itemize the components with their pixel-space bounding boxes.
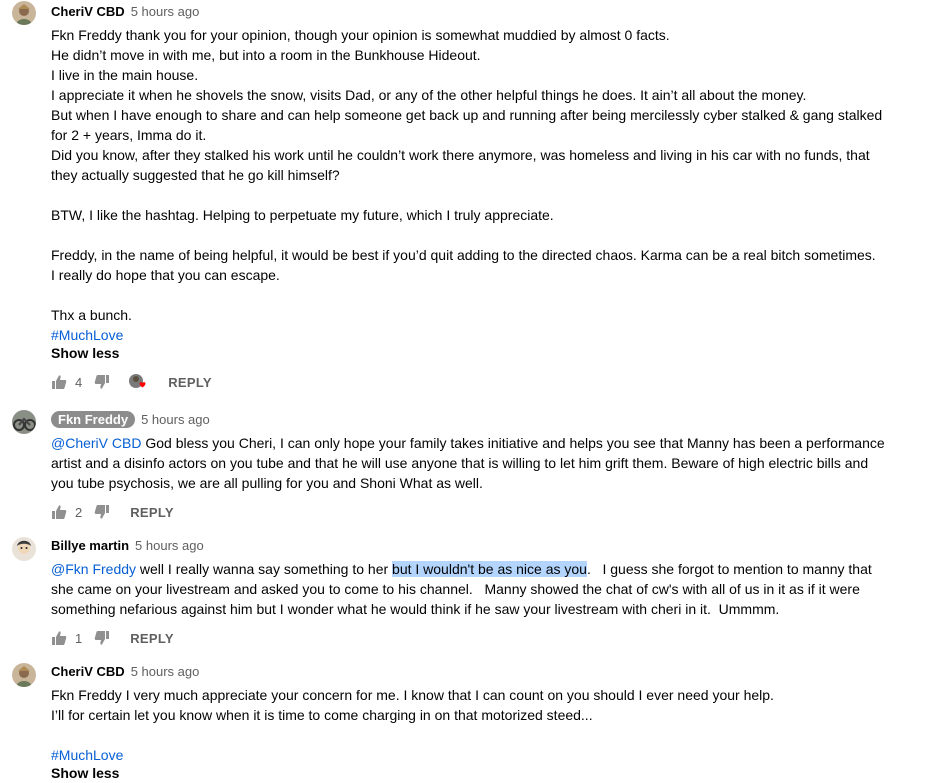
comment-actions: 2 REPLY <box>51 502 174 522</box>
comment-line: I appreciate it when he shovels the snow… <box>51 87 807 103</box>
avatar[interactable] <box>12 410 36 434</box>
comment-line: for 2 + years, Imma do it. <box>51 127 207 143</box>
comment-line: God bless you Cheri, I can only hope you… <box>141 435 885 451</box>
comment-line: artist and a disinfo actors on you tube … <box>51 455 869 471</box>
comment-text: Fkn Freddy thank you for your opinion, t… <box>51 25 882 345</box>
author-name[interactable]: CheriV CBD <box>51 4 125 19</box>
like-count: 4 <box>75 374 83 390</box>
timestamp[interactable]: 5 hours ago <box>135 538 204 553</box>
avatar[interactable] <box>12 537 36 561</box>
thumb-up-icon[interactable] <box>51 374 67 390</box>
like-count: 2 <box>75 504 83 520</box>
comment-line: something nefarious against him but I wo… <box>51 601 780 617</box>
comment-actions: 1 REPLY <box>51 628 174 648</box>
comment-line-part: . I guess she forgot to mention to manny… <box>586 561 872 577</box>
selected-text-highlight: but I wouldn't be as nice as you <box>392 561 587 577</box>
author-name-badge[interactable]: Fkn Freddy <box>51 410 136 428</box>
author-name[interactable]: CheriV CBD <box>51 664 125 679</box>
timestamp[interactable]: 5 hours ago <box>141 412 210 427</box>
thumb-down-icon[interactable] <box>94 504 110 520</box>
hashtag-link[interactable]: #MuchLove <box>51 747 123 763</box>
comment-header: CheriV CBD 5 hours ago <box>51 2 199 20</box>
mention-link[interactable]: @CheriV CBD <box>51 435 141 451</box>
comment-text: @CheriV CBD God bless you Cheri, I can o… <box>51 433 885 493</box>
creator-heart-icon <box>128 373 148 391</box>
timestamp[interactable]: 5 hours ago <box>131 664 200 679</box>
comment-line-part: well I really wanna say something to her <box>136 561 393 577</box>
hashtag-link[interactable]: #MuchLove <box>51 327 123 343</box>
show-less-button[interactable]: Show less <box>51 765 119 781</box>
comment-line: Did you know, after they stalked his wor… <box>51 147 870 163</box>
timestamp[interactable]: 5 hours ago <box>131 4 200 19</box>
comment-line: Thx a bunch. <box>51 307 132 323</box>
comment-line: you tube psychosis, we are all pulling f… <box>51 475 483 491</box>
comment-line: I live in the main house. <box>51 67 199 83</box>
comment-actions: 4 REPLY <box>51 372 212 392</box>
comment-line: she came on your livestream and asked yo… <box>51 581 860 597</box>
comment-line: He didn’t move in with me, but into a ro… <box>51 47 481 63</box>
comment-line: Freddy, in the name of being helpful, it… <box>51 247 876 263</box>
comment-text: @Fkn Freddy well I really wanna say some… <box>51 559 872 619</box>
mention-link[interactable]: @Fkn Freddy <box>51 561 136 577</box>
comment-line: Fkn Freddy thank you for your opinion, t… <box>51 27 670 43</box>
comment-header: CheriV CBD 5 hours ago <box>51 662 199 680</box>
thumb-up-icon[interactable] <box>51 630 67 646</box>
comment-header: Fkn Freddy 5 hours ago <box>51 410 210 428</box>
reply-button[interactable]: REPLY <box>130 631 174 646</box>
comment-line: Fkn Freddy I very much appreciate your c… <box>51 687 774 703</box>
reply-button[interactable]: REPLY <box>130 505 174 520</box>
like-count: 1 <box>75 630 83 646</box>
avatar[interactable] <box>12 1 36 25</box>
comment-line: I’ll for certain let you know when it is… <box>51 707 593 723</box>
author-name[interactable]: Billye martin <box>51 538 129 553</box>
comment-line: I really do hope that you can escape. <box>51 267 280 283</box>
comment-line: But when I have enough to share and can … <box>51 107 883 123</box>
comment-line: they actually suggested that he go kill … <box>51 167 340 183</box>
avatar[interactable] <box>12 663 36 687</box>
reply-button[interactable]: REPLY <box>168 375 212 390</box>
thumb-down-icon[interactable] <box>94 374 110 390</box>
thumb-down-icon[interactable] <box>94 630 110 646</box>
show-less-button[interactable]: Show less <box>51 345 119 361</box>
thumb-up-icon[interactable] <box>51 504 67 520</box>
comment-text: Fkn Freddy I very much appreciate your c… <box>51 685 774 765</box>
comment-header: Billye martin 5 hours ago <box>51 536 204 554</box>
comment-line: BTW, I like the hashtag. Helping to perp… <box>51 207 554 223</box>
